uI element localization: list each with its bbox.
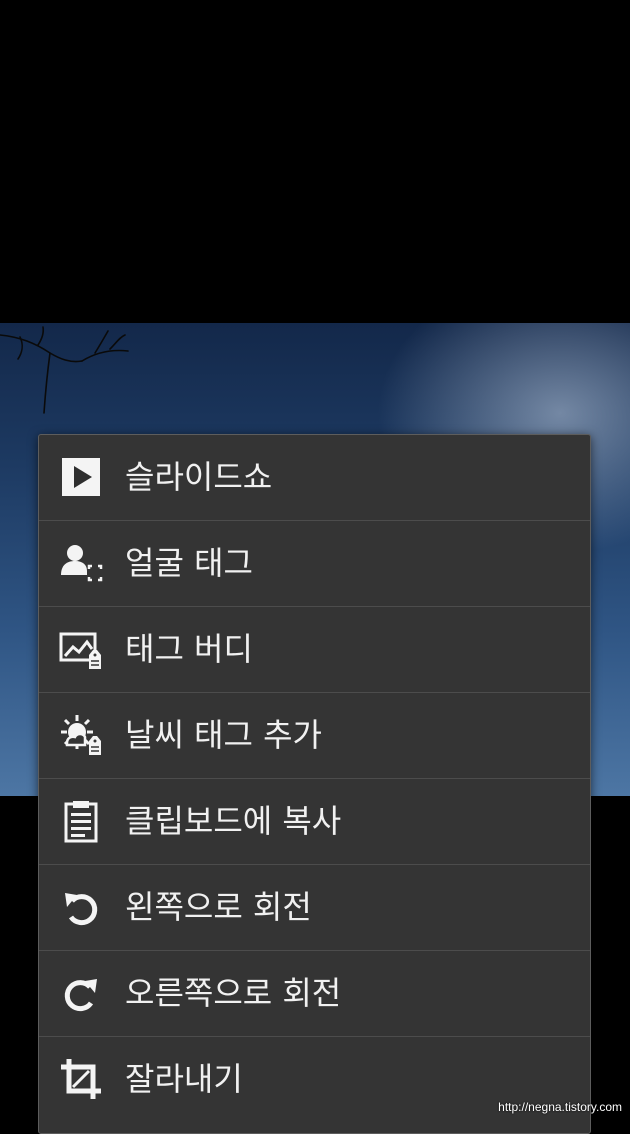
play-icon — [59, 455, 103, 499]
rotate-right-icon — [59, 971, 103, 1015]
menu-item-label: 왼쪽으로 회전 — [125, 888, 312, 926]
menu-item-add-weather-tag[interactable]: 날씨 태그 추가 — [39, 693, 590, 779]
menu-item-label: 슬라이드쇼 — [125, 458, 273, 496]
menu-item-rotate-right[interactable]: 오른쪽으로 회전 — [39, 951, 590, 1037]
menu-item-label: 날씨 태그 추가 — [125, 716, 322, 754]
weather-tag-icon — [59, 713, 103, 757]
picture-tag-icon — [59, 627, 103, 671]
menu-item-tag-buddy[interactable]: 태그 버디 — [39, 607, 590, 693]
menu-item-label: 태그 버디 — [125, 630, 253, 668]
menu-item-label: 얼굴 태그 — [125, 544, 253, 582]
menu-item-label: 오른쪽으로 회전 — [125, 974, 342, 1012]
face-tag-icon — [59, 541, 103, 585]
watermark: http://negna.tistory.com — [498, 1100, 622, 1114]
menu-item-label: 잘라내기 — [125, 1060, 243, 1098]
menu-item-rotate-left[interactable]: 왼쪽으로 회전 — [39, 865, 590, 951]
crop-icon — [59, 1057, 103, 1101]
menu-item-face-tag[interactable]: 얼굴 태그 — [39, 521, 590, 607]
menu-item-slideshow[interactable]: 슬라이드쇼 — [39, 435, 590, 521]
menu-item-label: 클립보드에 복사 — [125, 802, 342, 840]
tree-branch-silhouette — [0, 326, 129, 414]
clipboard-icon — [59, 799, 103, 843]
rotate-left-icon — [59, 885, 103, 929]
context-menu: 슬라이드쇼 얼굴 태그 태그 버디 날씨 태그 추가 클립보드에 복사 왼쪽으로… — [38, 434, 591, 1134]
menu-item-copy-to-clipboard[interactable]: 클립보드에 복사 — [39, 779, 590, 865]
